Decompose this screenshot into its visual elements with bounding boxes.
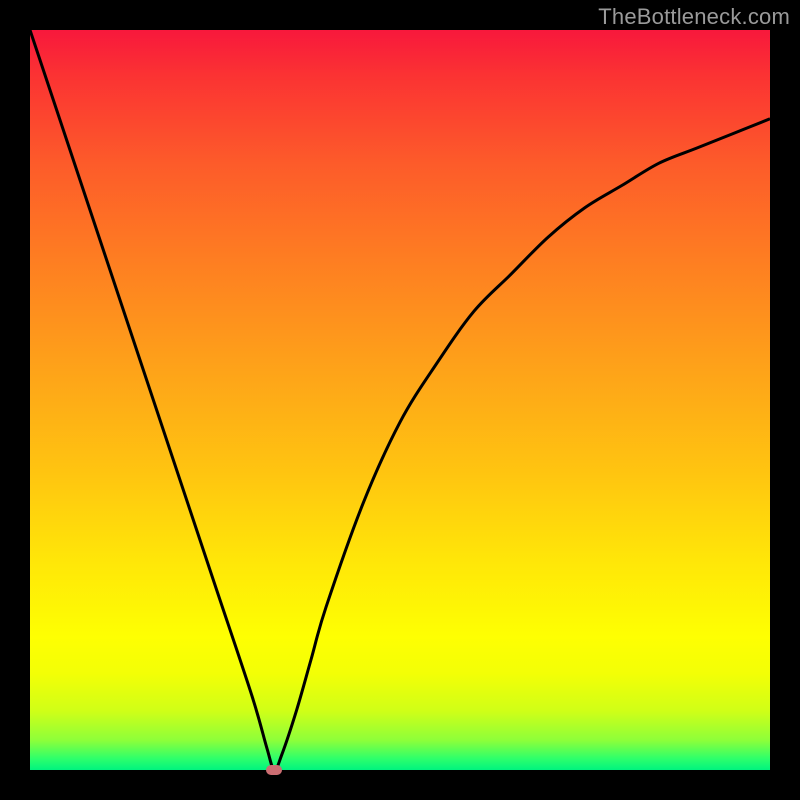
optimum-marker <box>266 765 282 775</box>
bottleneck-curve <box>30 30 770 770</box>
chart-frame: TheBottleneck.com <box>0 0 800 800</box>
curve-svg <box>30 30 770 770</box>
plot-area <box>30 30 770 770</box>
watermark-text: TheBottleneck.com <box>598 4 790 30</box>
